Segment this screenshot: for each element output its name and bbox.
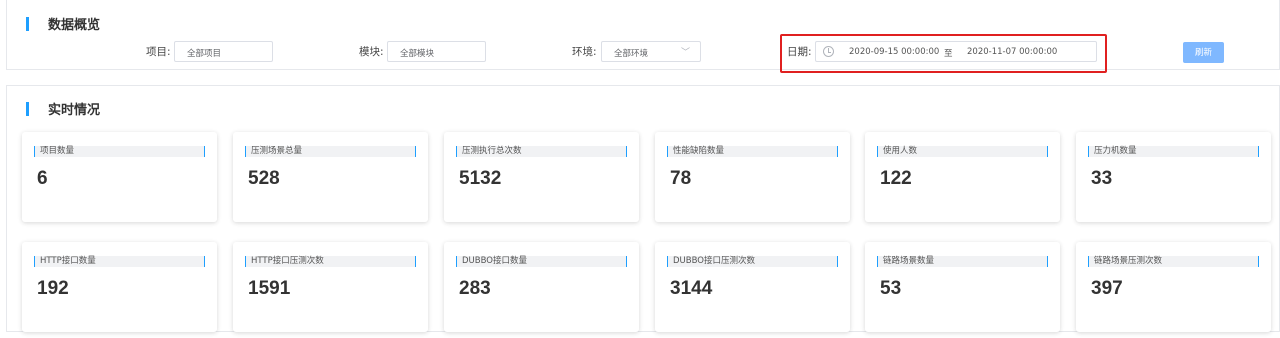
stat-card-label: HTTP接口数量 [40,256,96,266]
clock-icon [823,46,834,57]
stat-card-header: 压测场景总量 [245,146,416,157]
project-label: 项目: [146,46,171,58]
stat-card-header: 链路场景压测次数 [1088,256,1259,267]
stat-card-header: 链路场景数量 [877,256,1048,267]
stat-card-label: 压测执行总次数 [462,146,522,156]
date-range-picker[interactable]: 2020-09-15 00:00:00 至 2020-11-07 00:00:0… [815,41,1097,62]
overview-title: 数据概览 [26,14,100,33]
module-select[interactable]: 全部模块 [387,41,486,62]
stat-card-value: 53 [880,278,902,299]
stat-card-label: 链路场景压测次数 [1094,256,1163,266]
date-start[interactable]: 2020-09-15 00:00:00 [849,47,939,57]
stat-card-label: DUBBO接口压测次数 [673,256,755,266]
stat-card: 使用人数 122 [865,132,1060,222]
stat-card-header: 项目数量 [34,146,205,157]
realtime-title-text: 实时情况 [48,103,101,118]
stat-card-header: 性能缺陷数量 [667,146,838,157]
stat-card-value: 3144 [670,278,713,299]
title-accent-bar [26,101,29,116]
date-label: 日期: [787,46,812,58]
stat-card-label: 使用人数 [883,146,918,156]
realtime-title: 实时情况 [26,99,100,118]
stat-card-header: 压测执行总次数 [456,146,627,157]
stat-card: DUBBO接口压测次数 3144 [655,242,850,332]
stat-card-header: 压力机数量 [1088,146,1259,157]
stat-card-value: 5132 [459,168,502,189]
stat-card: 压测执行总次数 5132 [444,132,639,222]
refresh-button[interactable]: 刷新 [1183,42,1224,63]
stat-card-header: HTTP接口数量 [34,256,205,267]
stat-card-header: DUBBO接口数量 [456,256,627,267]
stat-card-value: 78 [670,168,692,189]
stat-card-value: 6 [37,168,48,189]
stat-card-value: 192 [37,278,69,299]
stat-card: HTTP接口数量 192 [22,242,217,332]
stat-card-value: 1591 [248,278,291,299]
overview-title-text: 数据概览 [48,18,101,33]
stat-card-label: DUBBO接口数量 [462,256,527,266]
env-select-value: 全部环境 [614,49,649,59]
project-select-value: 全部项目 [187,49,222,59]
stat-card: 项目数量 6 [22,132,217,222]
stat-card: DUBBO接口数量 283 [444,242,639,332]
stat-card: 性能缺陷数量 78 [655,132,850,222]
stat-card-value: 397 [1091,278,1123,299]
stat-card-value: 33 [1091,168,1113,189]
stat-card-header: DUBBO接口压测次数 [667,256,838,267]
stat-card-header: HTTP接口压测次数 [245,256,416,267]
stat-card-label: HTTP接口压测次数 [251,256,324,266]
stat-card-label: 性能缺陷数量 [673,146,725,156]
stat-card-value: 122 [880,168,912,189]
stat-card-label: 压测场景总量 [251,146,303,156]
stat-card: 压力机数量 33 [1076,132,1271,222]
stat-card: 链路场景压测次数 397 [1076,242,1271,332]
stat-card-label: 链路场景数量 [883,256,935,266]
stat-card: 压测场景总量 528 [233,132,428,222]
stat-card-label: 压力机数量 [1094,146,1137,156]
project-select[interactable]: 全部项目 [174,41,273,62]
chevron-down-icon: ﹀ [680,48,690,58]
stat-card-header: 使用人数 [877,146,1048,157]
module-label: 模块: [359,46,384,58]
stat-card: HTTP接口压测次数 1591 [233,242,428,332]
env-label: 环境: [572,46,597,58]
stat-card: 链路场景数量 53 [865,242,1060,332]
stat-card-value: 528 [248,168,280,189]
stat-card-value: 283 [459,278,491,299]
env-select[interactable]: 全部环境 ﹀ [601,41,701,62]
date-separator: 至 [944,49,953,59]
date-end[interactable]: 2020-11-07 00:00:00 [967,47,1057,57]
stat-card-label: 项目数量 [40,146,75,156]
module-select-value: 全部模块 [400,49,435,59]
title-accent-bar [26,16,29,31]
